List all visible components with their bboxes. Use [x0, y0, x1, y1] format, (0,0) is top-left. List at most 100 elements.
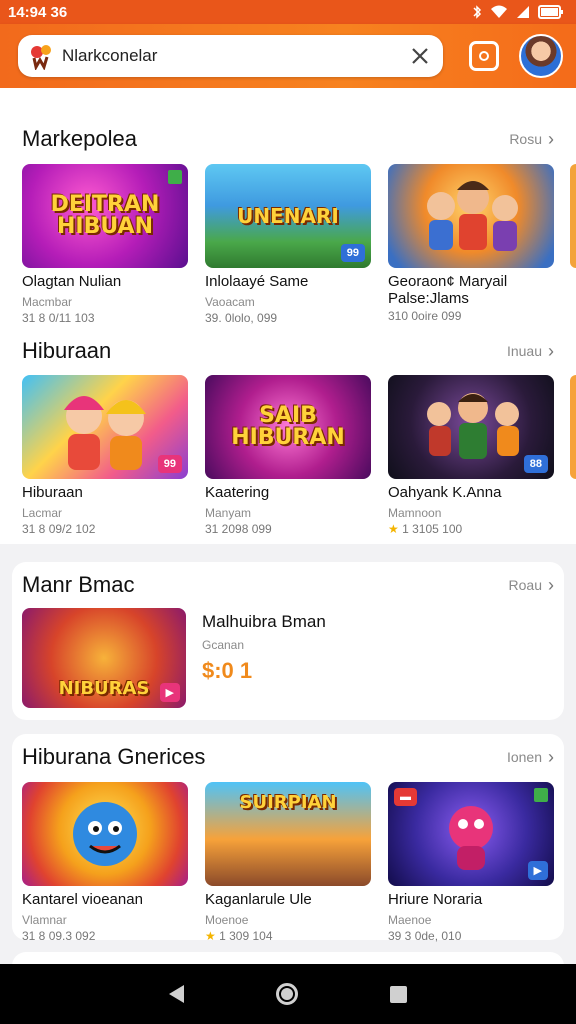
price-badge: 99 — [340, 244, 365, 262]
characters-illustration — [427, 181, 518, 251]
game-meta: ★ 1 3105 100 — [388, 522, 554, 536]
home-icon[interactable] — [276, 983, 298, 1005]
see-all-link[interactable]: Ionen › — [507, 747, 554, 768]
section-title: Manr Bmac — [22, 572, 135, 597]
game-meta-text: 1 309 104 — [219, 928, 273, 943]
game-thumbnail — [388, 164, 554, 268]
game-meta: 39 3 0de, 010 — [388, 928, 462, 943]
recents-icon[interactable] — [390, 985, 407, 1003]
play-badge-icon: ▶ — [159, 683, 180, 702]
section-header: Manr Bmac Roau › — [22, 572, 554, 598]
section-header: Hiburaan Inuau › — [22, 338, 554, 364]
game-tile[interactable]: 99 Hiburaan Lacmar 31 8 09/2 102 — [22, 375, 188, 536]
game-thumbnail — [22, 782, 188, 886]
game-tile[interactable]: SAIB HIBURAN Kaatering Manyam 31 2098 09… — [205, 375, 371, 536]
status-time: 14:94 36 — [8, 3, 68, 21]
game-developer: Lacmar — [22, 505, 63, 520]
price-badge: 99 — [157, 455, 182, 473]
corner-badge-icon: ▬ — [394, 788, 417, 806]
game-tile[interactable]: DEITRAN HIBUAN Olagtan Nulian Macmbar 31… — [22, 164, 188, 325]
status-bar: 14:94 36 — [0, 0, 576, 24]
game-tile[interactable]: UNENARI 99 Inlolaayé Same Vaoacam 39. 0l… — [205, 164, 371, 325]
game-meta: 31 8 09/2 102 — [22, 521, 96, 536]
back-icon[interactable] — [169, 985, 184, 1003]
section-title: Hiburaan — [22, 338, 112, 363]
game-tile[interactable]: Kantarel vioeanan Vlamnar 31 8 09.3 092 — [22, 782, 188, 943]
featured-card: Manr Bmac Roau › NIBURAS ▶ Malhuibra Bma… — [12, 562, 564, 720]
next-tile-peek — [570, 375, 576, 479]
battery-icon — [538, 5, 564, 19]
featured-name: Malhuibra Bman — [202, 612, 326, 631]
chevron-right-icon: › — [548, 128, 554, 149]
game-meta: 39. 0lolo, 099 — [205, 310, 278, 325]
game-row: DEITRAN HIBUAN Olagtan Nulian Macmbar 31… — [22, 164, 576, 325]
game-developer: Vlamnar — [22, 912, 67, 927]
section-card: Hiburana Gnerices Ionen › Kantarel vioea… — [12, 734, 564, 943]
game-meta: 31 8 0/11 103 — [22, 310, 95, 325]
see-all-link[interactable]: Rosu › — [509, 129, 554, 150]
featured-info: Malhuibra Bman Gcanan $:0 1 — [202, 612, 326, 684]
close-icon[interactable] — [407, 43, 433, 69]
game-developer: Manyam — [205, 505, 252, 520]
game-meta: ★ 1 309 104 — [205, 929, 371, 943]
game-meta-text: 1 3105 100 — [402, 521, 463, 536]
game-name: Kaatering — [205, 484, 270, 501]
game-thumbnail: ▬ ▶ — [388, 782, 554, 886]
section-header: Hiburana Gnerices Ionen › — [22, 744, 554, 770]
next-section-card — [12, 952, 564, 964]
thumbnail-title: SUIRPIAN — [239, 792, 337, 813]
game-thumbnail: 88 — [388, 375, 554, 479]
game-name: Hriure Noraria — [388, 891, 483, 908]
game-developer: Maenoe — [388, 912, 432, 927]
corner-badge-icon — [168, 170, 182, 184]
game-meta: 310 0oire 099 — [388, 309, 462, 323]
thumbnail-title: UNENARI — [237, 204, 339, 228]
camera-icon[interactable] — [469, 41, 499, 71]
game-tile[interactable]: SUIRPIAN Kaganlarule Ule Moenoe ★ 1 309 … — [205, 782, 371, 943]
top-panel: Markepolea Rosu › DEITRAN HIBUAN Olagtan… — [0, 88, 576, 544]
game-name: Oahyank K.Anna — [388, 484, 502, 501]
game-tile[interactable]: Georaon¢ Maryail Palse:Jlams 310 0oire 0… — [388, 164, 554, 325]
avatar[interactable] — [519, 34, 563, 78]
main-content[interactable]: Markepolea Rosu › DEITRAN HIBUAN Olagtan… — [0, 88, 576, 964]
characters-illustration — [427, 393, 519, 459]
section-title: Hiburana Gnerices — [22, 744, 206, 769]
game-meta: 31 8 09.3 092 — [22, 928, 96, 943]
game-developer: Macmbar — [22, 294, 73, 309]
game-thumbnail: SAIB HIBURAN — [205, 375, 371, 479]
see-all-label: Inuau — [506, 343, 542, 359]
featured-thumbnail[interactable]: NIBURAS ▶ — [22, 608, 186, 708]
see-all-label: Roau — [508, 577, 542, 593]
game-thumbnail: DEITRAN HIBUAN — [22, 164, 188, 268]
see-all-link[interactable]: Roau › — [509, 575, 554, 596]
star-icon: ★ — [205, 928, 216, 943]
chevron-right-icon: › — [548, 340, 554, 361]
star-icon: ★ — [388, 521, 399, 536]
game-name: Georaon¢ Maryail Palse:Jlams — [388, 273, 508, 307]
see-all-link[interactable]: Inuau › — [507, 341, 554, 362]
monster-illustration — [449, 806, 493, 870]
corner-badge-icon — [534, 788, 548, 802]
featured-developer: Gcanan — [202, 638, 245, 652]
game-tile[interactable]: ▬ ▶ Hriure Noraria Maenoe 39 3 0de, 010 — [388, 782, 554, 943]
search-input[interactable]: Nlarkconelar — [62, 46, 407, 66]
characters-illustration — [64, 396, 146, 470]
search-bar[interactable]: Nlarkconelar — [18, 35, 443, 77]
price-badge: 88 — [523, 455, 548, 473]
game-thumbnail: 99 — [22, 375, 188, 479]
game-tile[interactable]: 88 Oahyank K.Anna Mamnoon ★ 1 3105 100 — [388, 375, 554, 536]
featured-price: $:0 1 — [202, 658, 253, 683]
thumbnail-title: DEITRAN HIBUAN — [50, 192, 160, 239]
game-name: Kantarel vioeanan — [22, 891, 143, 908]
wifi-icon — [490, 5, 508, 19]
game-name: Hiburaan — [22, 484, 83, 501]
section-header: Markepolea Rosu › — [22, 126, 554, 152]
app-bar: Nlarkconelar — [0, 24, 576, 88]
game-thumbnail: SUIRPIAN — [205, 782, 371, 886]
game-developer: Vaoacam — [205, 294, 255, 309]
system-nav-bar — [0, 964, 576, 1024]
see-all-label: Ionen — [506, 749, 542, 765]
signal-icon — [516, 5, 530, 19]
game-developer: Moenoe — [205, 912, 249, 927]
chevron-right-icon: › — [548, 746, 554, 767]
